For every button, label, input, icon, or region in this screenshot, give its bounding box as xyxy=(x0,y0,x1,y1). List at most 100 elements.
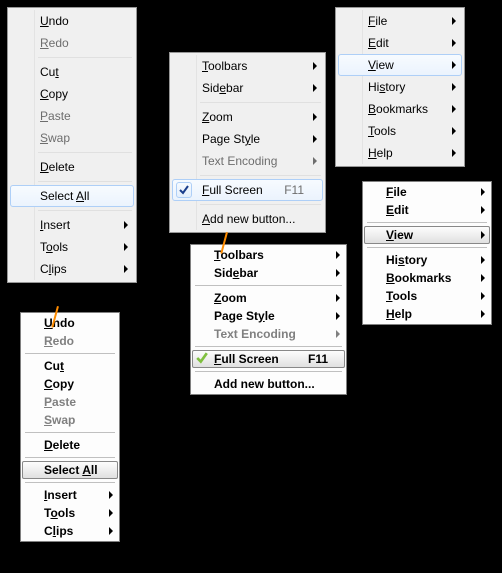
chevron-right-icon xyxy=(452,17,456,25)
chevron-right-icon xyxy=(313,157,317,165)
chevron-right-icon xyxy=(336,294,340,302)
chevron-right-icon xyxy=(336,269,340,277)
chevron-right-icon xyxy=(452,83,456,91)
menu-item-clips[interactable]: Clips xyxy=(10,258,134,280)
menu-item-delete[interactable]: Delete xyxy=(10,156,134,178)
chevron-right-icon xyxy=(109,491,113,499)
view-menu-aero: Toolbars Sidebar Zoom Page Style Text En… xyxy=(169,52,326,233)
menu-item-bookmarks[interactable]: Bookmarks xyxy=(338,98,462,120)
separator xyxy=(200,175,321,176)
menu-item-delete[interactable]: Delete xyxy=(22,436,118,454)
menu-item-text-encoding: Text Encoding xyxy=(192,325,345,343)
chevron-right-icon xyxy=(452,149,456,157)
accelerator: F11 xyxy=(308,351,328,367)
menu-item-insert[interactable]: Insert xyxy=(22,486,118,504)
menu-item-help[interactable]: Help xyxy=(338,142,462,164)
chevron-right-icon xyxy=(313,84,317,92)
menu-item-file[interactable]: File xyxy=(338,10,462,32)
menu-item-add-new-button[interactable]: Add new button... xyxy=(192,375,345,393)
menu-item-cut[interactable]: Cut xyxy=(10,61,134,83)
menu-item-sidebar[interactable]: Sidebar xyxy=(172,77,323,99)
menu-item-bookmarks[interactable]: Bookmarks xyxy=(364,269,490,287)
menu-item-toolbars[interactable]: Toolbars xyxy=(172,55,323,77)
chevron-right-icon xyxy=(481,206,485,214)
separator xyxy=(38,181,132,182)
menu-item-zoom[interactable]: Zoom xyxy=(192,289,345,307)
separator xyxy=(25,482,115,483)
menu-item-insert[interactable]: Insert xyxy=(10,214,134,236)
separator xyxy=(195,285,342,286)
chevron-right-icon xyxy=(124,265,128,273)
chevron-right-icon xyxy=(481,310,485,318)
separator xyxy=(38,210,132,211)
separator xyxy=(25,353,115,354)
main-menu-classic: File Edit View History Bookmarks Tools H… xyxy=(362,181,492,325)
menu-item-tools[interactable]: Tools xyxy=(22,504,118,522)
menu-item-history[interactable]: History xyxy=(338,76,462,98)
menu-item-undo[interactable]: Undo xyxy=(22,314,118,332)
chevron-right-icon xyxy=(481,231,485,239)
separator xyxy=(200,204,321,205)
menu-item-sidebar[interactable]: Sidebar xyxy=(192,264,345,282)
chevron-right-icon xyxy=(481,292,485,300)
view-menu-classic: Toolbars Sidebar Zoom Page Style Text En… xyxy=(190,244,347,395)
menu-item-select-all[interactable]: Select All xyxy=(10,185,134,207)
menu-item-help[interactable]: Help xyxy=(364,305,490,323)
menu-item-paste: Paste xyxy=(10,105,134,127)
menu-item-history[interactable]: History xyxy=(364,251,490,269)
chevron-right-icon xyxy=(313,62,317,70)
edit-menu-aero: Undo Redo Cut Copy Paste Swap Delete Sel… xyxy=(7,7,137,283)
chevron-right-icon xyxy=(336,330,340,338)
menu-item-zoom[interactable]: Zoom xyxy=(172,106,323,128)
menu-item-clips[interactable]: Clips xyxy=(22,522,118,540)
menu-item-page-style[interactable]: Page Style xyxy=(172,128,323,150)
chevron-right-icon xyxy=(452,39,456,47)
chevron-right-icon xyxy=(452,61,456,69)
menu-item-select-all[interactable]: Select All xyxy=(22,461,118,479)
menu-item-file[interactable]: File xyxy=(364,183,490,201)
menu-item-cut[interactable]: Cut xyxy=(22,357,118,375)
menu-item-add-new-button[interactable]: Add new button... xyxy=(172,208,323,230)
separator xyxy=(195,371,342,372)
chevron-right-icon xyxy=(313,135,317,143)
menu-item-full-screen[interactable]: Full Screen F11 xyxy=(192,350,345,368)
chevron-right-icon xyxy=(481,274,485,282)
menu-item-view[interactable]: View xyxy=(364,226,490,244)
menu-item-redo: Redo xyxy=(22,332,118,350)
menu-item-copy[interactable]: Copy xyxy=(10,83,134,105)
chevron-right-icon xyxy=(313,113,317,121)
chevron-right-icon xyxy=(109,509,113,517)
menu-item-tools[interactable]: Tools xyxy=(10,236,134,258)
menu-item-text-encoding: Text Encoding xyxy=(172,150,323,172)
menu-item-edit[interactable]: Edit xyxy=(338,32,462,54)
menu-item-view[interactable]: View xyxy=(338,54,462,76)
separator xyxy=(367,222,487,223)
menu-item-swap: Swap xyxy=(22,411,118,429)
accelerator: F11 xyxy=(284,180,304,200)
separator xyxy=(367,247,487,248)
chevron-right-icon xyxy=(481,256,485,264)
check-icon xyxy=(176,182,192,198)
separator xyxy=(38,57,132,58)
menu-item-full-screen[interactable]: Full Screen F11 xyxy=(172,179,323,201)
separator xyxy=(38,152,132,153)
separator xyxy=(195,346,342,347)
menu-item-edit[interactable]: Edit xyxy=(364,201,490,219)
chevron-right-icon xyxy=(452,105,456,113)
chevron-right-icon xyxy=(452,127,456,135)
chevron-right-icon xyxy=(336,312,340,320)
menu-item-copy[interactable]: Copy xyxy=(22,375,118,393)
chevron-right-icon xyxy=(124,221,128,229)
menu-item-page-style[interactable]: Page Style xyxy=(192,307,345,325)
menu-item-swap: Swap xyxy=(10,127,134,149)
edit-menu-classic: Undo Redo Cut Copy Paste Swap Delete Sel… xyxy=(20,312,120,542)
chevron-right-icon xyxy=(124,243,128,251)
menu-item-undo[interactable]: Undo xyxy=(10,10,134,32)
main-menu-aero: File Edit View History Bookmarks Tools H… xyxy=(335,7,465,167)
chevron-right-icon xyxy=(336,251,340,259)
menu-item-tools[interactable]: Tools xyxy=(338,120,462,142)
chevron-right-icon xyxy=(481,188,485,196)
chevron-right-icon xyxy=(109,527,113,535)
menu-item-toolbars[interactable]: Toolbars xyxy=(192,246,345,264)
menu-item-tools[interactable]: Tools xyxy=(364,287,490,305)
